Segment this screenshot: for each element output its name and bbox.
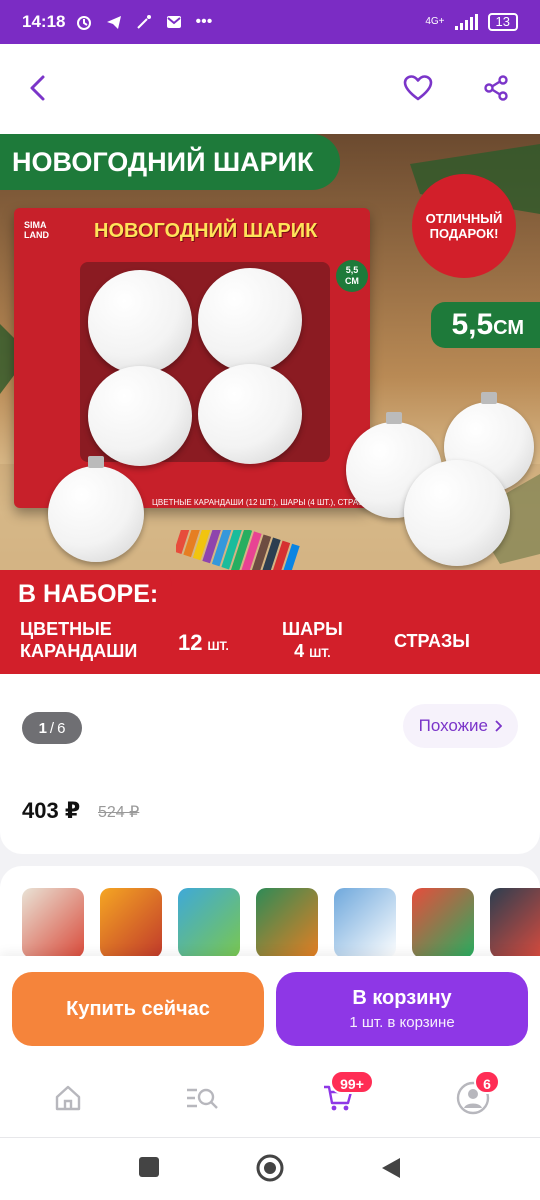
status-right: 4G+ 13: [425, 13, 518, 31]
recent-apps-button[interactable]: [138, 1156, 160, 1183]
gallery-separator: /: [49, 719, 55, 737]
product-box: SIMA LAND НОВОГОДНИЙ ШАРИК 5,5 СМ ЦВЕТНЫ…: [14, 208, 370, 508]
status-time: 14:18: [22, 12, 66, 31]
box-title: НОВОГОДНИЙ ШАРИК: [94, 220, 318, 242]
back-button[interactable]: [16, 66, 60, 110]
tab-home[interactable]: [46, 1076, 90, 1120]
product-headline: НОВОГОДНИЙ ШАРИК: [0, 134, 340, 190]
gift-badge: ОТЛИЧНЫЙ ПОДАРОК!: [412, 174, 516, 278]
status-bar: 14:18 ••• 4G+ 13: [0, 0, 540, 44]
purchase-actions: Купить сейчас В корзину 1 шт. в корзине: [0, 956, 540, 1056]
buy-now-button[interactable]: Купить сейчас: [12, 972, 264, 1046]
rhinestones-label: СТРАЗЫ: [394, 631, 470, 651]
more-notifications-icon: •••: [195, 13, 213, 30]
cart-status: 1 шт. в корзине: [349, 1014, 455, 1031]
current-price: 403 ₽: [22, 798, 81, 823]
box-caption: ЦВЕТНЫЕ КАРАНДАШИ (12 ШТ.), ШАРЫ (4 ШТ.)…: [152, 498, 370, 507]
gallery-current: 1: [38, 719, 47, 737]
related-product-thumbnail[interactable]: [256, 888, 318, 958]
wand-icon: [137, 15, 152, 29]
gift-badge-line-1: ОТЛИЧНЫЙ: [425, 211, 503, 226]
favorite-button[interactable]: [396, 66, 440, 110]
related-product-thumbnail[interactable]: [412, 888, 474, 958]
signal-icon: [454, 14, 478, 30]
bottom-tab-bar: 99+ 6: [0, 1056, 540, 1138]
related-product-thumbnail[interactable]: [100, 888, 162, 958]
add-to-cart-label: В корзину: [352, 987, 452, 1009]
pencils-label-line-2: КАРАНДАШИ: [20, 641, 138, 661]
tab-catalog[interactable]: [180, 1076, 224, 1120]
related-product-thumbnail[interactable]: [178, 888, 240, 958]
size-value: 5,5: [451, 308, 494, 341]
mail-icon: [167, 16, 182, 28]
pencils-label-line-1: ЦВЕТНЫЕ: [20, 619, 112, 639]
share-button[interactable]: [474, 66, 518, 110]
ball-left: [48, 466, 144, 562]
catalog-search-icon: [187, 1088, 218, 1109]
top-navigation: [0, 44, 540, 134]
similar-button[interactable]: Похожие: [402, 704, 518, 748]
pencils-qty-value: 12: [178, 630, 203, 655]
home-icon: [55, 1085, 81, 1111]
pencils-quantity: 12 ШТ.: [178, 630, 229, 656]
box-ball-3: [88, 366, 192, 466]
square-icon: [139, 1157, 159, 1177]
system-navigation: [0, 1138, 540, 1200]
network-type: 4G+: [425, 16, 445, 27]
telegram-icon: [107, 16, 122, 29]
brand-logo-line-2: LAND: [24, 230, 49, 240]
in-set-label: В НАБОРЕ:: [0, 570, 173, 620]
balls-label: ШАРЫ 4 ШТ.: [282, 618, 343, 664]
ball-center-cap: [386, 412, 402, 424]
related-product-thumbnail[interactable]: [22, 888, 84, 958]
gallery-counter: 1 / 6: [22, 712, 82, 744]
similar-label: Похожие: [418, 716, 488, 735]
heart-icon: [403, 75, 433, 101]
balls-label-text: ШАРЫ: [282, 619, 343, 639]
cart-badge: 99+: [330, 1070, 374, 1094]
back-system-button[interactable]: [380, 1156, 402, 1185]
gallery-total: 6: [57, 719, 66, 737]
triangle-back-icon: [382, 1158, 400, 1178]
profile-badge: 6: [474, 1070, 500, 1094]
size-tag: 5,5СМ: [431, 302, 540, 348]
alarm-icon: [77, 16, 92, 30]
pencils-qty-unit: ШТ.: [207, 639, 229, 653]
share-icon: [484, 75, 508, 101]
old-price: 524 ₽: [98, 804, 140, 821]
ball-left-cap: [88, 456, 104, 468]
product-image[interactable]: НОВОГОДНИЙ ШАРИК ОТЛИЧНЫЙ ПОДАРОК! 5,5СМ…: [0, 134, 540, 674]
box-size-unit: СМ: [345, 276, 359, 286]
home-system-button[interactable]: [255, 1153, 285, 1188]
balls-qty-unit: ШТ.: [309, 646, 331, 660]
pencils-label: ЦВЕТНЫЕ КАРАНДАШИ: [20, 618, 137, 662]
box-ball-4: [198, 364, 302, 464]
chevron-right-icon: [495, 720, 502, 732]
brand-logo: SIMA LAND: [24, 220, 49, 240]
box-size-badge: 5,5 СМ: [336, 260, 368, 292]
status-notification-icons: •••: [75, 13, 212, 31]
related-product-thumbnail[interactable]: [490, 888, 540, 958]
box-ball-2: [198, 268, 302, 372]
related-product-thumbnail[interactable]: [334, 888, 396, 958]
box-size-value: 5,5: [345, 265, 359, 275]
product-info: 1 / 6 Похожие 403 ₽ 524 ₽: [0, 674, 540, 854]
ball-right-top-cap: [481, 392, 497, 404]
add-to-cart-button[interactable]: В корзину 1 шт. в корзине: [276, 972, 528, 1046]
circle-icon: [256, 1154, 284, 1182]
brand-logo-line-1: SIMA: [24, 220, 47, 230]
box-ball-1: [88, 270, 192, 374]
ball-right-bottom: [404, 460, 510, 566]
gift-badge-line-2: ПОДАРОК!: [429, 226, 499, 241]
battery-level: 13: [487, 13, 518, 31]
box-window: [80, 262, 330, 466]
chevron-left-icon: [30, 75, 45, 101]
size-unit: СМ: [493, 317, 524, 339]
balls-qty-value: 4: [294, 641, 305, 661]
